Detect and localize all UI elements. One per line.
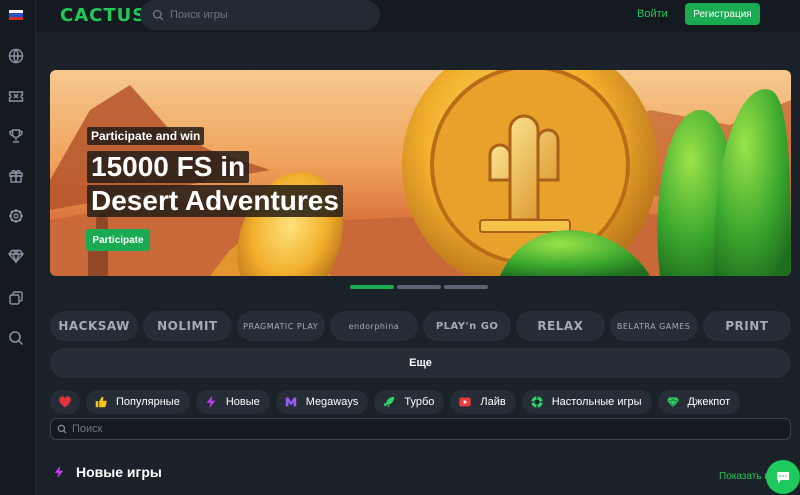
login-link[interactable]: Войти [637,8,668,20]
banner-tagline: Participate and win [87,127,205,145]
chip-icon [530,395,544,409]
banner-title-line1: 15000 FS in [87,151,250,183]
ticket-icon[interactable] [6,86,26,106]
provider-list: HACKSAW NOLIMIT PRAGMATIC PLAY endorphin… [50,311,791,341]
provider-pragmatic-play[interactable]: PRAGMATIC PLAY [236,311,325,341]
participate-button[interactable]: Participate [86,229,150,251]
category-turbo[interactable]: Турбо [374,390,445,414]
carousel-indicator [350,285,488,289]
diamond-icon[interactable] [6,246,26,266]
gift-box-icon[interactable] [6,166,26,186]
heart-icon [58,395,72,409]
category-label: Турбо [404,396,435,408]
category-label: Лайв [480,396,506,408]
banner-title-line2: Desert Adventures [87,185,343,217]
category-live[interactable]: Лайв [450,390,516,414]
diamond-icon [666,395,680,409]
provider-relax[interactable]: RELAX [516,311,605,341]
category-label: Megaways [305,396,359,408]
category-new[interactable]: Новые [195,390,270,414]
carousel-dot[interactable] [397,285,441,289]
provider-endorphina[interactable]: endorphina [329,311,418,341]
provider-belatra[interactable]: BELATRA GAMES [609,311,698,341]
sidebar [0,0,36,495]
cactus-logo[interactable]: CACTUS [60,5,146,26]
category-label: Настольные игры [551,396,642,408]
category-popular[interactable]: Популярные [86,390,190,414]
trophy-icon[interactable] [6,126,26,146]
category-table-games[interactable]: Настольные игры [521,390,652,414]
category-jackpot[interactable]: Джекпот [657,390,741,414]
more-providers-button[interactable]: Еще [50,348,791,378]
carousel-dot[interactable] [350,285,394,289]
provider-hacksaw[interactable]: HACKSAW [50,311,139,341]
vip-wheel-icon[interactable] [6,206,26,226]
category-favorites[interactable] [50,390,80,414]
provider-print[interactable]: PRINT [702,311,791,341]
search-icon [57,424,67,434]
category-label: Популярные [116,396,180,408]
provider-nolimit[interactable]: NOLIMIT [143,311,232,341]
megaways-icon [284,395,298,409]
globe-icon[interactable] [6,46,26,66]
provider-play-n-go[interactable]: PLAY'n GO [423,311,512,341]
live-icon [458,395,472,409]
lightning-icon [54,465,64,479]
game-search-input[interactable] [170,9,370,21]
carousel-dot[interactable] [444,285,488,289]
search-icon [152,9,164,21]
new-games-heading: Новые игры [52,464,162,480]
lightning-icon [204,395,218,409]
games-search-field[interactable] [50,418,791,440]
chat-bubble-icon [777,472,789,483]
category-megaways[interactable]: Megaways [275,390,369,414]
ru-flag-icon[interactable] [9,10,23,20]
search-icon[interactable] [6,328,26,348]
register-button[interactable]: Регистрация [685,3,760,25]
games-search-input[interactable] [72,423,372,435]
category-label: Новые [225,396,260,408]
thumbs-up-icon [94,395,108,409]
game-search-bar[interactable] [140,0,380,30]
cards-icon[interactable] [6,288,26,308]
section-title: Новые игры [76,464,162,480]
chat-support-button[interactable] [766,460,800,494]
category-filter-list: Популярные Новые Megaways Турбо Лайв Нас… [50,390,741,414]
top-bar: CACTUS Войти Регистрация [36,0,800,32]
promo-banner[interactable]: Participate and win 15000 FS in Desert A… [50,70,791,276]
category-label: Джекпот [687,396,731,408]
rocket-icon [382,395,396,409]
